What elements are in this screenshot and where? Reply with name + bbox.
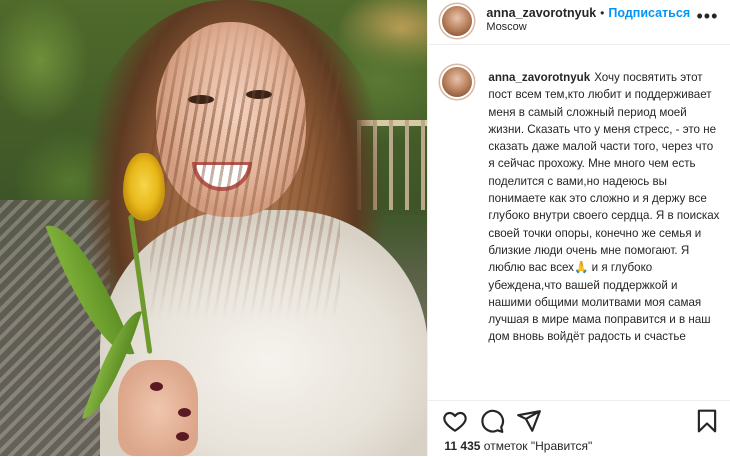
share-icon[interactable] (516, 408, 542, 434)
caption-text: Хочу посвятить этот пост всем тем,кто лю… (488, 71, 720, 344)
caption-username[interactable]: anna_zavorotnyuk (488, 71, 590, 84)
post-side-panel: anna_zavorotnyuk • Подписаться Moscow ••• … (427, 0, 730, 456)
post-photo[interactable] (0, 0, 428, 456)
instagram-post: anna_zavorotnyuk • Подписаться Moscow ••• … (0, 0, 730, 456)
avatar[interactable] (442, 6, 473, 36)
heart-icon[interactable] (442, 408, 468, 434)
more-icon[interactable]: ••• (697, 6, 719, 27)
bookmark-icon[interactable] (694, 408, 720, 434)
caption-avatar[interactable] (442, 67, 473, 97)
likes-count[interactable]: 11 435 отметок "Нравится" (444, 439, 592, 453)
caption: anna_zavorotnyuk Хочу посвятить этот пост… (488, 69, 720, 346)
hair-strands (150, 0, 340, 320)
follow-button[interactable]: Подписаться (608, 6, 690, 20)
separator-dot: • (600, 6, 605, 20)
likes-label: отметок "Нравится" (483, 439, 593, 453)
nail (176, 432, 189, 441)
location-link[interactable]: Moscow (486, 21, 526, 33)
header-title: anna_zavorotnyuk • Подписаться (486, 4, 690, 22)
header-username[interactable]: anna_zavorotnyuk (486, 6, 596, 20)
action-bar: 11 435 отметок "Нравится" (428, 400, 730, 457)
nail (150, 382, 163, 391)
nail (178, 408, 191, 417)
yellow-tulip (123, 153, 165, 221)
post-header: anna_zavorotnyuk • Подписаться Moscow ••• (428, 0, 730, 45)
comment-icon[interactable] (479, 408, 505, 434)
likes-number: 11 435 (444, 439, 481, 453)
